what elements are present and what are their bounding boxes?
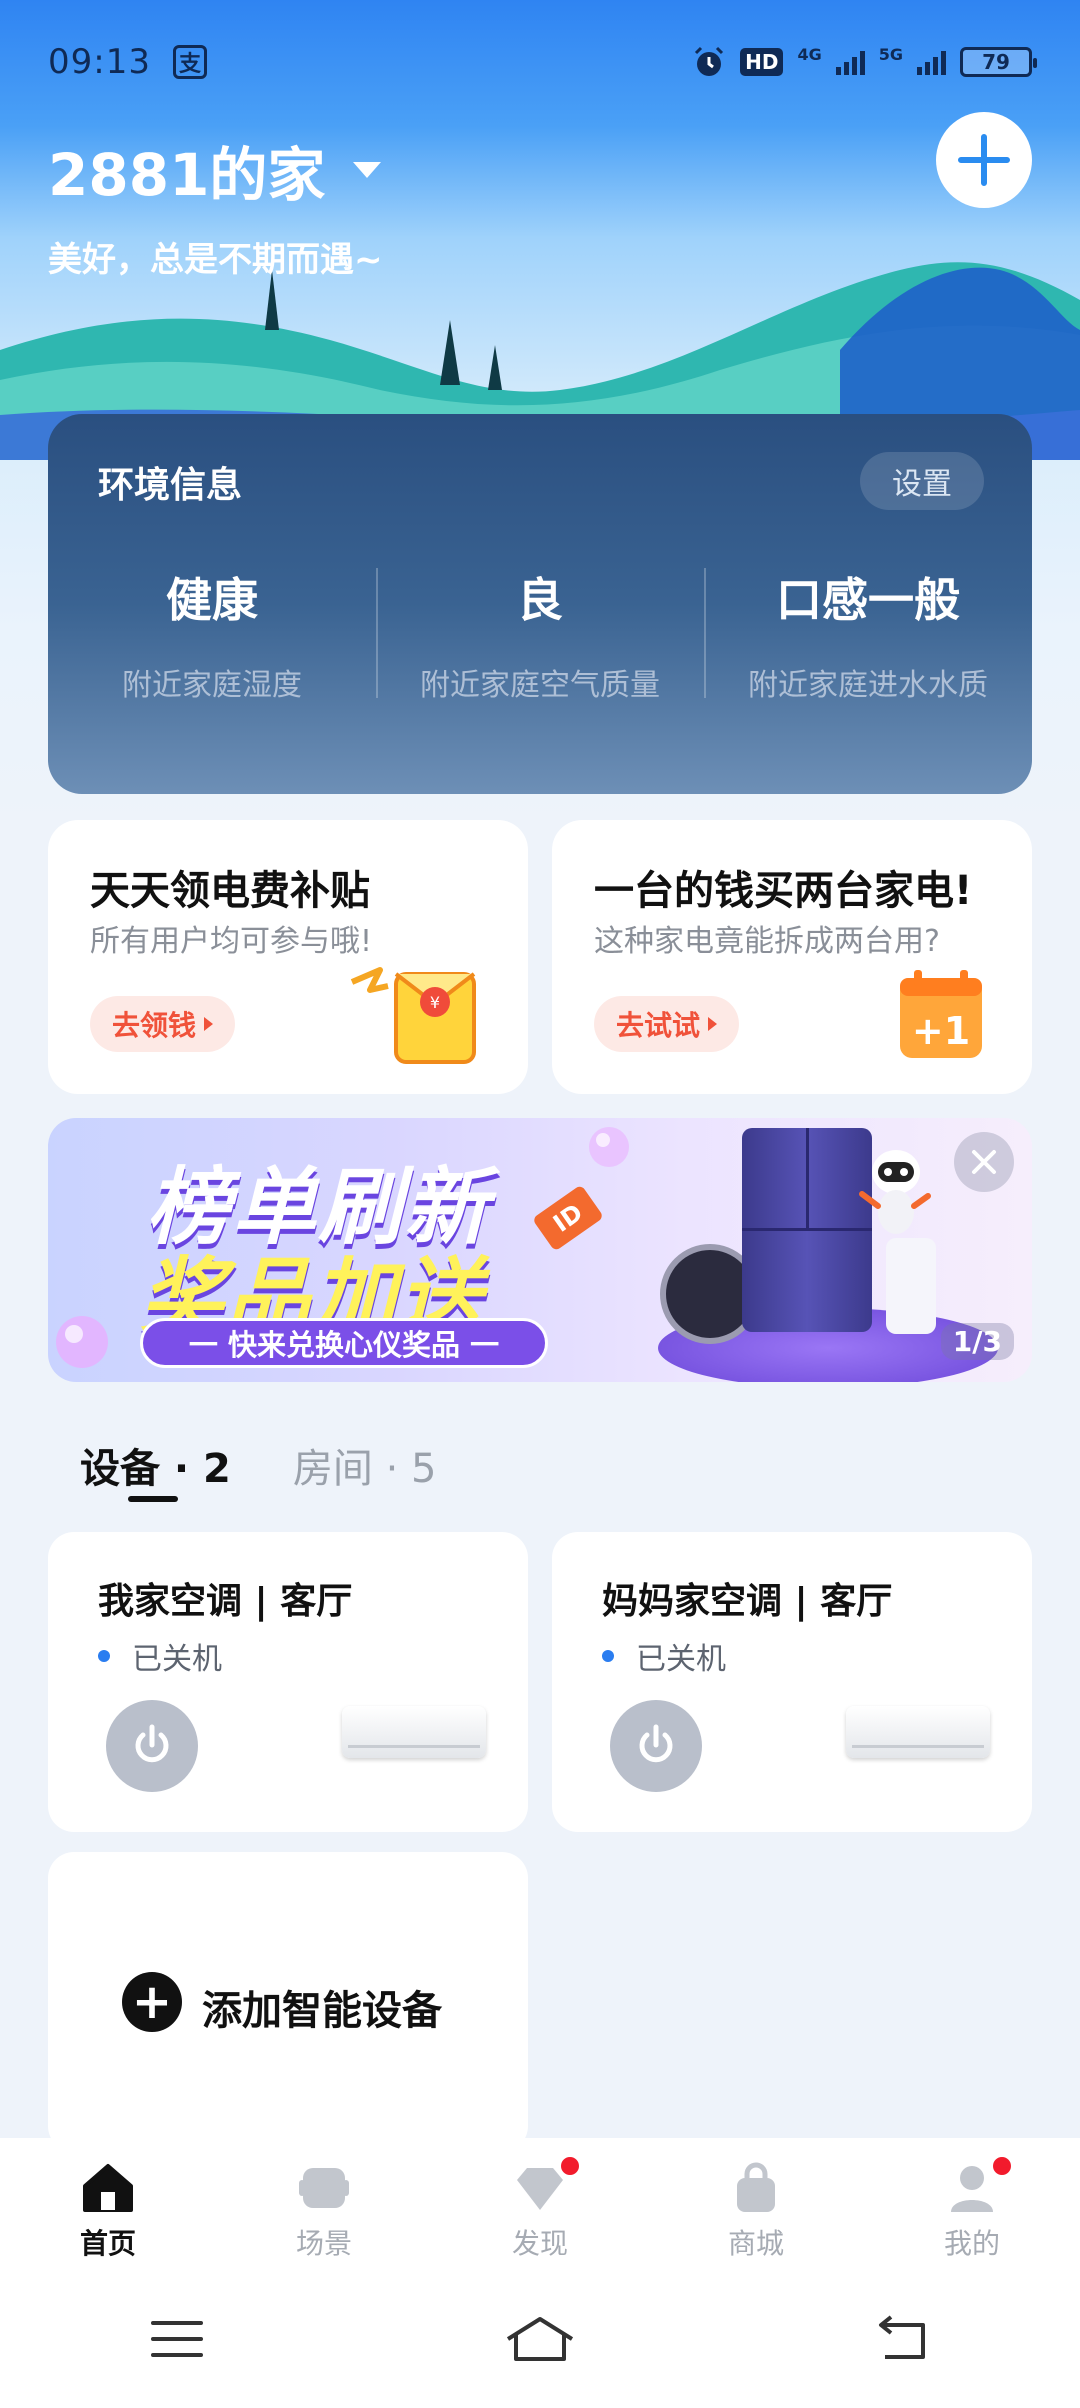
nav-scene[interactable]: 场景: [216, 2138, 432, 2270]
hd-icon: HD: [740, 48, 784, 76]
home-name: 2881的家: [48, 141, 326, 209]
scene-icon: [299, 2168, 349, 2208]
system-home-icon[interactable]: [504, 2315, 576, 2363]
env-label: 附近家庭进水水质: [748, 668, 988, 703]
alarm-icon: [695, 46, 724, 76]
device-status: 已关机: [602, 1634, 726, 1678]
active-tab-indicator: [128, 1496, 178, 1502]
promo-button[interactable]: 去试试: [594, 996, 740, 1052]
shop-bag-icon: [737, 2162, 775, 2212]
promo-card-two-for-one[interactable]: 一台的钱买两台家电! 这种家电竟能拆成两台用? 去试试 +1: [552, 820, 1032, 1094]
device-name: 妈妈家空调 | 客厅: [602, 1581, 893, 1622]
decorative-orb-icon: [589, 1127, 629, 1167]
back-icon[interactable]: [875, 2315, 931, 2363]
add-device-label: 添加智能设备: [202, 1988, 442, 2034]
nav-profile[interactable]: 我的: [864, 2138, 1080, 2270]
air-conditioner-image: [342, 1706, 486, 1758]
air-purifier-image: [886, 1238, 936, 1334]
fridge-image: [742, 1128, 872, 1332]
env-label: 附近家庭湿度: [122, 668, 302, 703]
power-icon: [639, 1724, 673, 1763]
status-bar: 09:13 支 HD 4G 5G 79: [48, 36, 1037, 88]
nav-shop[interactable]: 商城: [648, 2138, 864, 2270]
close-icon: [972, 1150, 996, 1174]
nav-discover[interactable]: 发现: [432, 2138, 648, 2270]
network-4g-label: 4G: [797, 45, 822, 64]
device-power-button[interactable]: [610, 1700, 702, 1792]
plus-one-calendar-icon: +1: [900, 970, 982, 1058]
promo-subtitle: 这种家电竟能拆成两台用?: [594, 924, 940, 959]
menu-icon[interactable]: [149, 2317, 205, 2361]
device-power-button[interactable]: [106, 1700, 198, 1792]
system-navigation-bar: [0, 2270, 1080, 2408]
environment-card: 环境信息 设置 健康 附近家庭湿度 良 附近家庭空气质量 口感一般 附近家庭进水…: [48, 414, 1032, 794]
env-water-quality: 口感一般 附近家庭进水水质: [704, 564, 1032, 704]
banner-id-tag: ID: [531, 1184, 605, 1252]
env-air-quality: 良 附近家庭空气质量: [376, 564, 704, 704]
env-humidity: 健康 附近家庭湿度: [48, 564, 376, 704]
home-icon: [83, 2164, 133, 2212]
env-value: 健康: [166, 573, 258, 627]
signal-4g-icon: [835, 49, 865, 75]
tab-count: 2: [203, 1446, 231, 1492]
device-card[interactable]: 妈妈家空调 | 客厅 已关机: [552, 1532, 1032, 1832]
alipay-icon: 支: [172, 45, 207, 79]
env-label: 附近家庭空气质量: [420, 668, 660, 703]
nav-label: 场景: [295, 2227, 352, 2260]
device-name: 我家空调 | 客厅: [98, 1581, 353, 1622]
env-value: 良: [517, 573, 563, 627]
tab-count: 5: [411, 1446, 437, 1492]
nav-label: 发现: [511, 2227, 568, 2260]
promo-subtitle: 所有用户均可参与哦!: [90, 924, 373, 959]
add-circle-icon: +: [122, 1972, 182, 2032]
tab-label: 房间: [292, 1446, 373, 1492]
status-time: 09:13: [48, 42, 151, 82]
red-envelope-icon: ¥: [350, 967, 476, 1064]
robot-mascot-icon: [859, 1150, 931, 1234]
notification-badge: [990, 2154, 1014, 2178]
decorative-orb-icon: [56, 1316, 108, 1368]
nav-label: 商城: [727, 2227, 784, 2260]
svg-text:+1: +1: [912, 1009, 970, 1053]
add-device-card[interactable]: + 添加智能设备: [48, 1852, 528, 2152]
nav-label: 首页: [79, 2227, 136, 2260]
banner-close-button[interactable]: [954, 1132, 1014, 1192]
banner-page-indicator: 1/3: [940, 1323, 1014, 1360]
home-subtitle: 美好，总是不期而遇~: [48, 240, 383, 280]
nav-label: 我的: [943, 2227, 1000, 2260]
device-card[interactable]: 我家空调 | 客厅 已关机: [48, 1532, 528, 1832]
notification-badge: [558, 2154, 582, 2178]
network-5g-label: 5G: [878, 45, 903, 64]
device-status: 已关机: [98, 1634, 222, 1678]
tab-label: 设备: [80, 1446, 160, 1492]
nav-home[interactable]: 首页: [0, 2138, 216, 2270]
air-conditioner-image: [846, 1706, 990, 1758]
promo-banner[interactable]: 榜单刷新 奖品加送 一 快来兑换心仪奖品 一 ID 1/3: [48, 1118, 1032, 1382]
tab-devices[interactable]: 设备 · 2: [80, 1436, 231, 1494]
promo-button[interactable]: 去领钱: [90, 996, 236, 1052]
promo-title: 天天领电费补贴: [90, 868, 370, 914]
battery-icon: 79: [960, 47, 1037, 77]
env-value: 口感一般: [776, 573, 960, 627]
device-room-tabs: 设备 · 2 房间 · 5: [80, 1436, 437, 1494]
tab-rooms[interactable]: 房间 · 5: [293, 1436, 437, 1494]
svg-text:¥: ¥: [430, 993, 440, 1012]
plus-icon: [958, 134, 1010, 186]
caret-down-icon: [353, 162, 382, 178]
home-selector[interactable]: 2881的家: [48, 128, 382, 212]
bottom-nav: 首页 场景 发现 商城 我的: [0, 2138, 1080, 2270]
power-icon: [135, 1724, 169, 1763]
environment-settings-button[interactable]: 设置: [860, 452, 984, 510]
banner-pill: 一 快来兑换心仪奖品 一: [140, 1318, 548, 1368]
status-icons: HD 4G 5G 79: [692, 45, 1037, 79]
add-button[interactable]: [936, 112, 1032, 208]
environment-title: 环境信息: [98, 465, 243, 506]
promo-title: 一台的钱买两台家电!: [594, 868, 973, 914]
promo-card-subsidy[interactable]: 天天领电费补贴 所有用户均可参与哦! 去领钱 ¥: [48, 820, 528, 1094]
signal-5g-icon: [917, 49, 946, 75]
